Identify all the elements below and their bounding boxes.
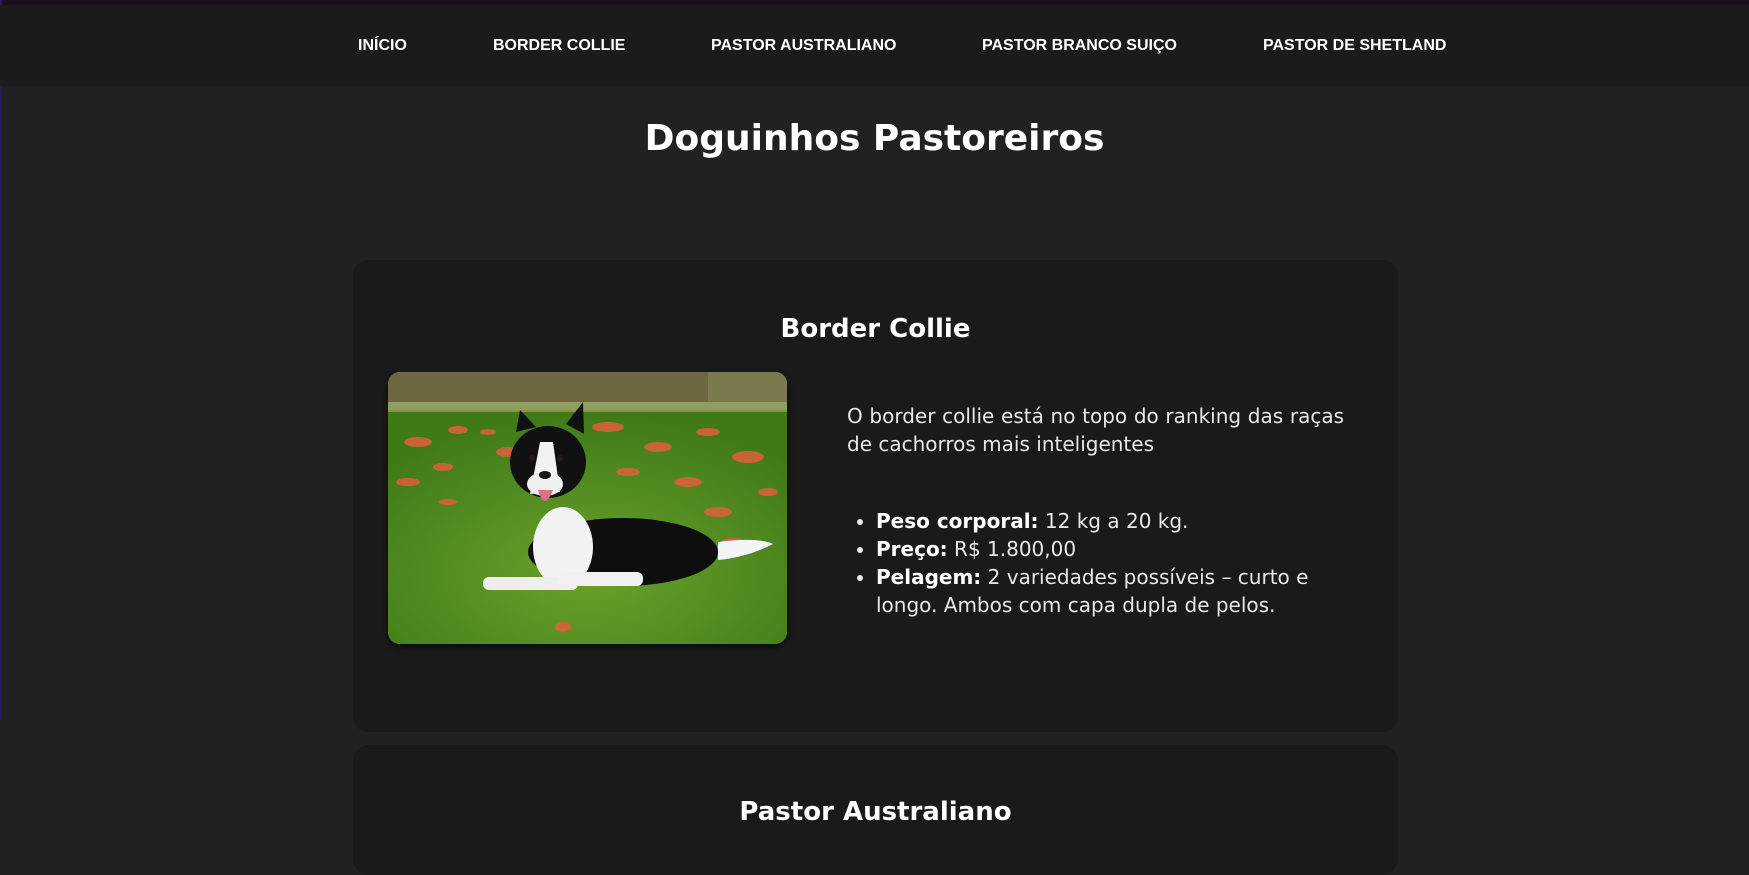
fact-value: R$ 1.800,00: [947, 537, 1077, 561]
breed-title: Pastor Australiano: [739, 797, 1012, 827]
nav-link-inicio[interactable]: INÍCIO: [358, 37, 407, 55]
breed-facts-list: Peso corporal: 12 kg a 20 kg. Preço: R$ …: [847, 507, 1376, 619]
fact-label: Pelagem:: [876, 565, 982, 589]
list-item: Peso corporal: 12 kg a 20 kg.: [876, 507, 1376, 535]
fact-label: Preço:: [876, 537, 948, 561]
list-item: Preço: R$ 1.800,00: [876, 535, 1376, 563]
left-border: [0, 0, 2, 720]
breed-card-border-collie: Border Collie O border collie está no to…: [353, 260, 1398, 732]
nav-link-pastor-branco-suico[interactable]: PASTOR BRANCO SUIÇO: [982, 37, 1177, 55]
fact-value: 12 kg a 20 kg.: [1038, 509, 1189, 533]
nav-link-pastor-de-shetland[interactable]: PASTOR DE SHETLAND: [1263, 37, 1446, 55]
list-item: Pelagem: 2 variedades possíveis – curto …: [876, 563, 1376, 619]
nav-link-border-collie[interactable]: BORDER COLLIE: [493, 37, 625, 55]
breed-description: O border collie está no topo do ranking …: [847, 404, 1344, 456]
breed-card-pastor-australiano: Pastor Australiano: [353, 745, 1398, 875]
border-collie-photo: [388, 372, 787, 644]
breed-title: Border Collie: [780, 314, 971, 344]
page-title: Doguinhos Pastoreiros: [644, 118, 1105, 159]
main-navbar: INÍCIO BORDER COLLIE PASTOR AUSTRALIANO …: [0, 5, 1749, 86]
fact-label: Peso corporal:: [876, 509, 1039, 533]
nav-link-pastor-australiano[interactable]: PASTOR AUSTRALIANO: [711, 37, 896, 55]
